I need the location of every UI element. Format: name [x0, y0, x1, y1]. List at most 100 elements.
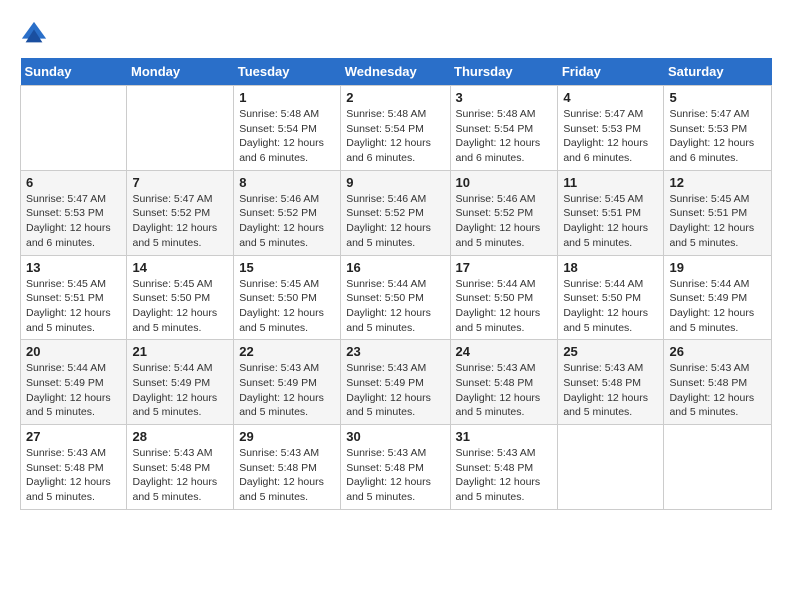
header-monday: Monday	[127, 58, 234, 86]
day-info: Sunrise: 5:44 AMSunset: 5:49 PMDaylight:…	[669, 278, 754, 334]
day-info: Sunrise: 5:44 AMSunset: 5:50 PMDaylight:…	[456, 278, 541, 334]
calendar-cell: 14 Sunrise: 5:45 AMSunset: 5:50 PMDaylig…	[127, 255, 234, 340]
day-info: Sunrise: 5:45 AMSunset: 5:51 PMDaylight:…	[26, 278, 111, 334]
day-info: Sunrise: 5:44 AMSunset: 5:50 PMDaylight:…	[563, 278, 648, 334]
header-thursday: Thursday	[450, 58, 558, 86]
day-info: Sunrise: 5:44 AMSunset: 5:49 PMDaylight:…	[132, 362, 217, 418]
calendar-cell: 25 Sunrise: 5:43 AMSunset: 5:48 PMDaylig…	[558, 340, 664, 425]
calendar-cell: 2 Sunrise: 5:48 AMSunset: 5:54 PMDayligh…	[341, 86, 450, 171]
calendar-cell: 24 Sunrise: 5:43 AMSunset: 5:48 PMDaylig…	[450, 340, 558, 425]
day-number: 31	[456, 429, 553, 444]
day-info: Sunrise: 5:46 AMSunset: 5:52 PMDaylight:…	[346, 193, 431, 249]
logo-icon	[20, 20, 48, 48]
day-number: 25	[563, 344, 658, 359]
day-number: 27	[26, 429, 121, 444]
calendar-week-4: 20 Sunrise: 5:44 AMSunset: 5:49 PMDaylig…	[21, 340, 772, 425]
day-info: Sunrise: 5:43 AMSunset: 5:48 PMDaylight:…	[456, 362, 541, 418]
day-number: 13	[26, 260, 121, 275]
day-info: Sunrise: 5:44 AMSunset: 5:50 PMDaylight:…	[346, 278, 431, 334]
day-number: 4	[563, 90, 658, 105]
calendar-cell: 15 Sunrise: 5:45 AMSunset: 5:50 PMDaylig…	[234, 255, 341, 340]
calendar-cell: 5 Sunrise: 5:47 AMSunset: 5:53 PMDayligh…	[664, 86, 772, 171]
day-number: 10	[456, 175, 553, 190]
day-info: Sunrise: 5:45 AMSunset: 5:51 PMDaylight:…	[563, 193, 648, 249]
calendar-cell: 3 Sunrise: 5:48 AMSunset: 5:54 PMDayligh…	[450, 86, 558, 171]
calendar-cell: 16 Sunrise: 5:44 AMSunset: 5:50 PMDaylig…	[341, 255, 450, 340]
day-info: Sunrise: 5:45 AMSunset: 5:50 PMDaylight:…	[132, 278, 217, 334]
day-info: Sunrise: 5:46 AMSunset: 5:52 PMDaylight:…	[456, 193, 541, 249]
day-info: Sunrise: 5:43 AMSunset: 5:48 PMDaylight:…	[239, 447, 324, 503]
calendar-table: SundayMondayTuesdayWednesdayThursdayFrid…	[20, 58, 772, 510]
day-info: Sunrise: 5:43 AMSunset: 5:48 PMDaylight:…	[669, 362, 754, 418]
day-number: 14	[132, 260, 228, 275]
calendar-cell: 10 Sunrise: 5:46 AMSunset: 5:52 PMDaylig…	[450, 170, 558, 255]
calendar-cell: 8 Sunrise: 5:46 AMSunset: 5:52 PMDayligh…	[234, 170, 341, 255]
day-info: Sunrise: 5:45 AMSunset: 5:51 PMDaylight:…	[669, 193, 754, 249]
calendar-cell: 11 Sunrise: 5:45 AMSunset: 5:51 PMDaylig…	[558, 170, 664, 255]
calendar-cell	[558, 425, 664, 510]
header-sunday: Sunday	[21, 58, 127, 86]
day-info: Sunrise: 5:47 AMSunset: 5:53 PMDaylight:…	[563, 108, 648, 164]
calendar-cell: 31 Sunrise: 5:43 AMSunset: 5:48 PMDaylig…	[450, 425, 558, 510]
calendar-cell: 9 Sunrise: 5:46 AMSunset: 5:52 PMDayligh…	[341, 170, 450, 255]
day-number: 6	[26, 175, 121, 190]
calendar-cell: 7 Sunrise: 5:47 AMSunset: 5:52 PMDayligh…	[127, 170, 234, 255]
day-info: Sunrise: 5:44 AMSunset: 5:49 PMDaylight:…	[26, 362, 111, 418]
calendar-week-2: 6 Sunrise: 5:47 AMSunset: 5:53 PMDayligh…	[21, 170, 772, 255]
calendar-cell: 22 Sunrise: 5:43 AMSunset: 5:49 PMDaylig…	[234, 340, 341, 425]
day-number: 23	[346, 344, 444, 359]
day-number: 1	[239, 90, 335, 105]
day-info: Sunrise: 5:43 AMSunset: 5:49 PMDaylight:…	[346, 362, 431, 418]
day-info: Sunrise: 5:48 AMSunset: 5:54 PMDaylight:…	[346, 108, 431, 164]
header-tuesday: Tuesday	[234, 58, 341, 86]
day-number: 8	[239, 175, 335, 190]
day-number: 22	[239, 344, 335, 359]
calendar-cell: 4 Sunrise: 5:47 AMSunset: 5:53 PMDayligh…	[558, 86, 664, 171]
calendar-cell: 6 Sunrise: 5:47 AMSunset: 5:53 PMDayligh…	[21, 170, 127, 255]
day-info: Sunrise: 5:45 AMSunset: 5:50 PMDaylight:…	[239, 278, 324, 334]
calendar-cell: 18 Sunrise: 5:44 AMSunset: 5:50 PMDaylig…	[558, 255, 664, 340]
calendar-cell: 1 Sunrise: 5:48 AMSunset: 5:54 PMDayligh…	[234, 86, 341, 171]
day-info: Sunrise: 5:43 AMSunset: 5:48 PMDaylight:…	[456, 447, 541, 503]
header-friday: Friday	[558, 58, 664, 86]
day-number: 28	[132, 429, 228, 444]
day-info: Sunrise: 5:43 AMSunset: 5:48 PMDaylight:…	[132, 447, 217, 503]
logo	[20, 20, 52, 48]
header-saturday: Saturday	[664, 58, 772, 86]
day-number: 26	[669, 344, 766, 359]
day-number: 20	[26, 344, 121, 359]
day-number: 2	[346, 90, 444, 105]
day-info: Sunrise: 5:48 AMSunset: 5:54 PMDaylight:…	[239, 108, 324, 164]
calendar-cell: 19 Sunrise: 5:44 AMSunset: 5:49 PMDaylig…	[664, 255, 772, 340]
day-number: 19	[669, 260, 766, 275]
calendar-cell: 13 Sunrise: 5:45 AMSunset: 5:51 PMDaylig…	[21, 255, 127, 340]
calendar-cell: 27 Sunrise: 5:43 AMSunset: 5:48 PMDaylig…	[21, 425, 127, 510]
calendar-cell: 29 Sunrise: 5:43 AMSunset: 5:48 PMDaylig…	[234, 425, 341, 510]
header-wednesday: Wednesday	[341, 58, 450, 86]
calendar-cell: 17 Sunrise: 5:44 AMSunset: 5:50 PMDaylig…	[450, 255, 558, 340]
page-header	[20, 20, 772, 48]
calendar-cell: 12 Sunrise: 5:45 AMSunset: 5:51 PMDaylig…	[664, 170, 772, 255]
calendar-cell	[21, 86, 127, 171]
day-number: 30	[346, 429, 444, 444]
calendar-cell: 23 Sunrise: 5:43 AMSunset: 5:49 PMDaylig…	[341, 340, 450, 425]
day-info: Sunrise: 5:43 AMSunset: 5:48 PMDaylight:…	[563, 362, 648, 418]
day-number: 9	[346, 175, 444, 190]
day-info: Sunrise: 5:48 AMSunset: 5:54 PMDaylight:…	[456, 108, 541, 164]
calendar-cell: 28 Sunrise: 5:43 AMSunset: 5:48 PMDaylig…	[127, 425, 234, 510]
day-info: Sunrise: 5:43 AMSunset: 5:48 PMDaylight:…	[26, 447, 111, 503]
day-number: 3	[456, 90, 553, 105]
day-info: Sunrise: 5:43 AMSunset: 5:49 PMDaylight:…	[239, 362, 324, 418]
calendar-header-row: SundayMondayTuesdayWednesdayThursdayFrid…	[21, 58, 772, 86]
day-info: Sunrise: 5:47 AMSunset: 5:53 PMDaylight:…	[26, 193, 111, 249]
day-info: Sunrise: 5:47 AMSunset: 5:53 PMDaylight:…	[669, 108, 754, 164]
calendar-week-1: 1 Sunrise: 5:48 AMSunset: 5:54 PMDayligh…	[21, 86, 772, 171]
calendar-cell: 26 Sunrise: 5:43 AMSunset: 5:48 PMDaylig…	[664, 340, 772, 425]
day-info: Sunrise: 5:47 AMSunset: 5:52 PMDaylight:…	[132, 193, 217, 249]
calendar-cell: 30 Sunrise: 5:43 AMSunset: 5:48 PMDaylig…	[341, 425, 450, 510]
calendar-cell	[127, 86, 234, 171]
calendar-week-3: 13 Sunrise: 5:45 AMSunset: 5:51 PMDaylig…	[21, 255, 772, 340]
calendar-cell: 21 Sunrise: 5:44 AMSunset: 5:49 PMDaylig…	[127, 340, 234, 425]
day-number: 18	[563, 260, 658, 275]
calendar-cell: 20 Sunrise: 5:44 AMSunset: 5:49 PMDaylig…	[21, 340, 127, 425]
